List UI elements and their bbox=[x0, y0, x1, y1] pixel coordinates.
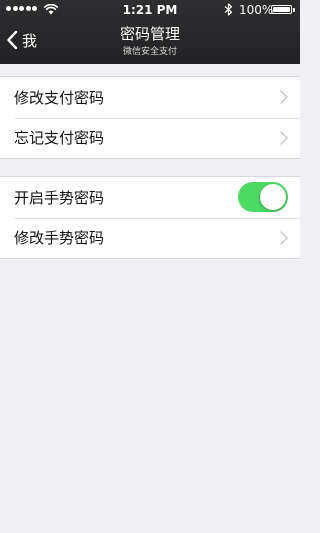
navigation-bar: 1:21 PM 100% 我 密码管理 微信安全支付 bbox=[0, 0, 300, 64]
chevron-right-icon bbox=[280, 90, 288, 104]
gesture-password-section: 开启手势密码 修改手势密码 bbox=[0, 176, 300, 259]
row-label: 修改手势密码 bbox=[14, 229, 105, 248]
battery-tip bbox=[293, 8, 295, 12]
chevron-right-icon bbox=[280, 131, 288, 145]
battery-percentage: 100% bbox=[239, 3, 274, 17]
chevron-right-icon bbox=[280, 231, 288, 245]
forgot-payment-password-row[interactable]: 忘记支付密码 bbox=[0, 117, 300, 159]
bluetooth-icon bbox=[224, 3, 233, 16]
payment-password-section: 修改支付密码 忘记支付密码 bbox=[0, 76, 300, 159]
battery-icon bbox=[271, 5, 292, 14]
row-label: 开启手势密码 bbox=[14, 188, 105, 207]
row-label: 忘记支付密码 bbox=[14, 129, 105, 148]
page-subtitle: 微信安全支付 bbox=[122, 47, 177, 57]
gesture-password-toggle[interactable] bbox=[238, 182, 288, 213]
change-payment-password-row[interactable]: 修改支付密码 bbox=[0, 77, 300, 118]
change-gesture-password-row[interactable]: 修改手势密码 bbox=[0, 217, 300, 259]
row-label: 修改支付密码 bbox=[14, 88, 105, 107]
status-bar: 1:21 PM 100% bbox=[0, 0, 300, 20]
toggle-knob bbox=[260, 184, 286, 211]
page-title: 密码管理 bbox=[119, 25, 180, 43]
enable-gesture-password-row: 开启手势密码 bbox=[0, 177, 300, 218]
